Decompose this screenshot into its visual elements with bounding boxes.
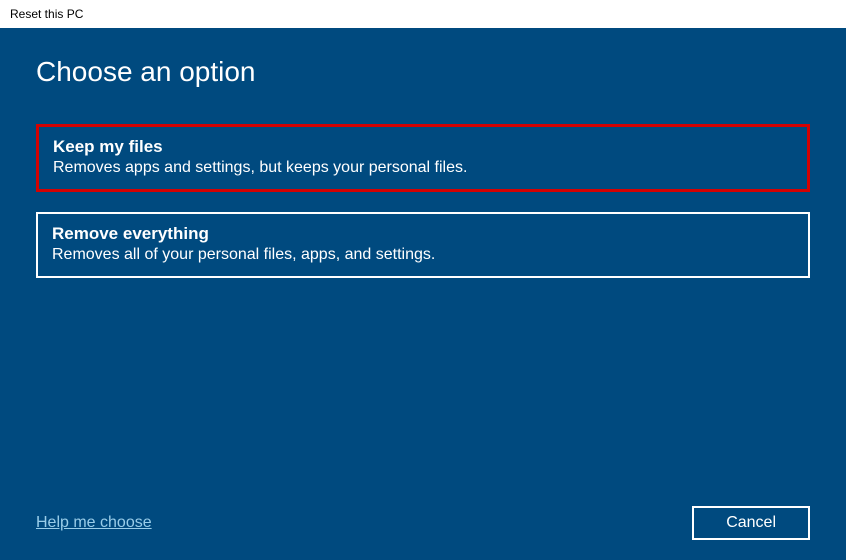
- options-list: Keep my files Removes apps and settings,…: [36, 124, 810, 278]
- option-remove-everything[interactable]: Remove everything Removes all of your pe…: [36, 212, 810, 278]
- option-title: Remove everything: [52, 224, 794, 244]
- window-titlebar: Reset this PC: [0, 0, 846, 28]
- dialog-footer: Help me choose Cancel: [36, 506, 810, 540]
- cancel-button[interactable]: Cancel: [692, 506, 810, 540]
- window-title: Reset this PC: [10, 7, 83, 21]
- page-title: Choose an option: [36, 56, 810, 88]
- help-me-choose-link[interactable]: Help me choose: [36, 514, 152, 532]
- option-title: Keep my files: [53, 137, 793, 157]
- option-description: Removes apps and settings, but keeps you…: [53, 159, 793, 177]
- option-description: Removes all of your personal files, apps…: [52, 246, 794, 264]
- reset-pc-dialog: Choose an option Keep my files Removes a…: [0, 28, 846, 560]
- option-keep-my-files[interactable]: Keep my files Removes apps and settings,…: [36, 124, 810, 192]
